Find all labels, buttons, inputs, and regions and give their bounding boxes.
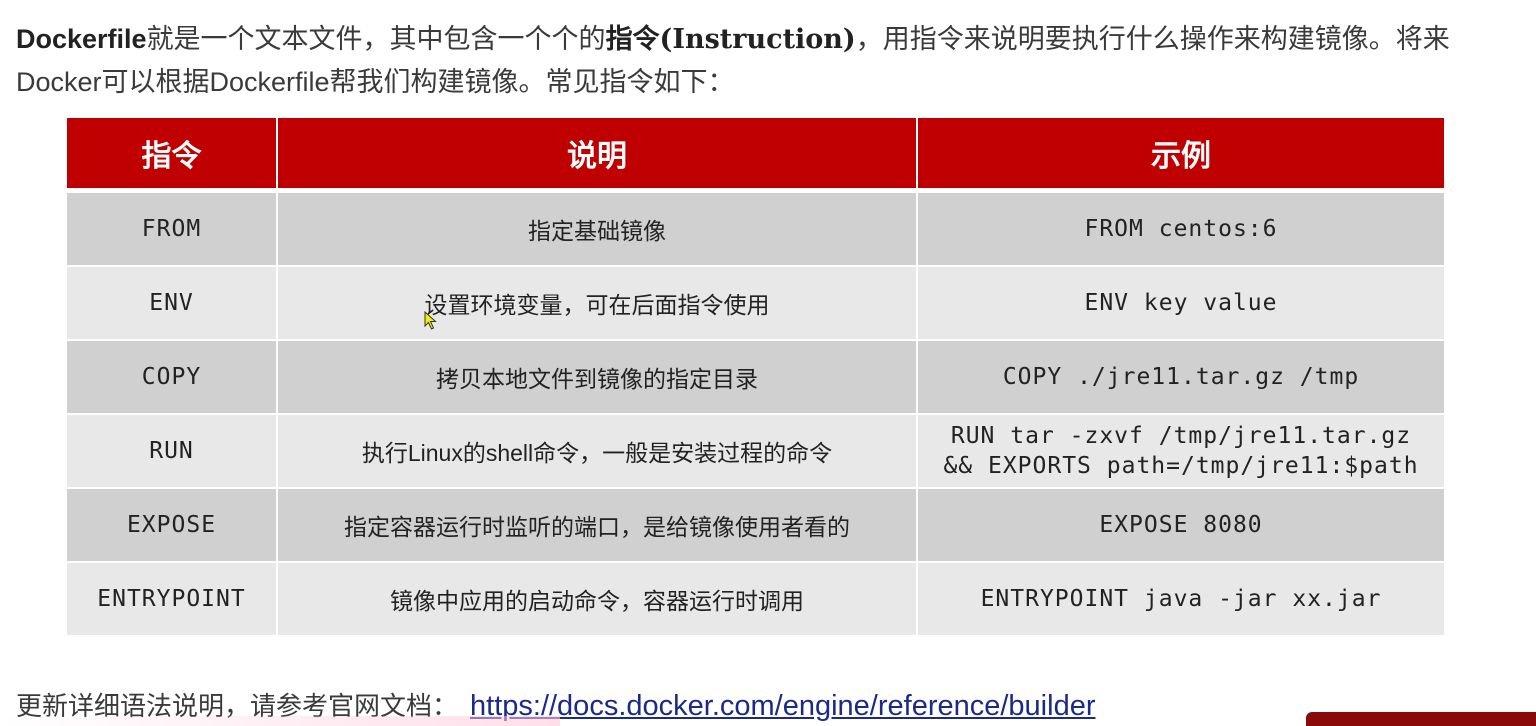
example-cell: COPY ./jre11.tar.gz /tmp [917, 340, 1444, 415]
header-instruction: 指令 [67, 118, 278, 193]
description-cell: 设置环境变量，可在后面指令使用 [277, 266, 918, 341]
description-cell: 指定基础镜像 [277, 190, 918, 267]
table-row: ENV 设置环境变量，可在后面指令使用 ENV key value [67, 266, 1444, 341]
table-row: ENTRYPOINT 镜像中应用的启动命令，容器运行时调用 ENTRYPOINT… [67, 562, 1444, 637]
mouse-pointer-icon [424, 311, 437, 330]
description-cell: 执行Linux的shell命令，一般是安装过程的命令 [277, 414, 918, 489]
description-cell: 指定容器运行时监听的端口，是给镜像使用者看的 [277, 488, 918, 563]
table-header-row: 指令 说明 示例 [67, 118, 1444, 193]
table-row: EXPOSE 指定容器运行时监听的端口，是给镜像使用者看的 EXPOSE 808… [67, 488, 1444, 563]
dockerfile-term: Dockerfile [16, 24, 147, 54]
example-cell: FROM centos:6 [917, 190, 1444, 267]
header-description: 说明 [277, 118, 918, 193]
description-cell: 拷贝本地文件到镜像的指定目录 [277, 340, 918, 415]
instruction-cell: COPY [67, 340, 278, 415]
header-example: 示例 [917, 118, 1444, 193]
instruction-table: 指令 说明 示例 FROM 指定基础镜像 FROM centos:6 ENV 设… [67, 118, 1444, 637]
instruction-cell: EXPOSE [67, 488, 278, 563]
example-line-1: RUN tar -zxvf /tmp/jre11.tar.gz [950, 423, 1412, 449]
table-row: RUN 执行Linux的shell命令，一般是安装过程的命令 RUN tar -… [67, 414, 1444, 489]
example-cell: RUN tar -zxvf /tmp/jre11.tar.gz && EXPOR… [917, 414, 1444, 489]
bottom-decoration [0, 716, 560, 726]
instruction-cell: FROM [67, 190, 278, 267]
table-row: COPY 拷贝本地文件到镜像的指定目录 COPY ./jre11.tar.gz … [67, 340, 1444, 415]
instruction-cell: ENTRYPOINT [67, 562, 278, 637]
example-cell: ENTRYPOINT java -jar xx.jar [917, 562, 1444, 637]
instruction-term: 指令(Instruction) [605, 24, 856, 55]
example-line-2: && EXPORTS path=/tmp/jre11:$path [943, 453, 1419, 479]
table-row: FROM 指定基础镜像 FROM centos:6 [67, 190, 1444, 267]
intro-paragraph: Dockerfile就是一个文本文件，其中包含一个个的指令(Instructio… [16, 18, 1516, 104]
instruction-cell: ENV [67, 266, 278, 341]
instruction-table-wrapper: 指令 说明 示例 FROM 指定基础镜像 FROM centos:6 ENV 设… [67, 118, 1444, 637]
example-cell: ENV key value [917, 266, 1444, 341]
docs-link[interactable]: https://docs.docker.com/engine/reference… [470, 690, 1095, 722]
example-cell: EXPOSE 8080 [917, 488, 1444, 563]
description-cell: 镜像中应用的启动命令，容器运行时调用 [277, 562, 918, 637]
corner-overlay [1306, 712, 1536, 726]
intro-text-part1: 就是一个文本文件，其中包含一个个的 [146, 24, 606, 54]
instruction-cell: RUN [67, 414, 278, 489]
